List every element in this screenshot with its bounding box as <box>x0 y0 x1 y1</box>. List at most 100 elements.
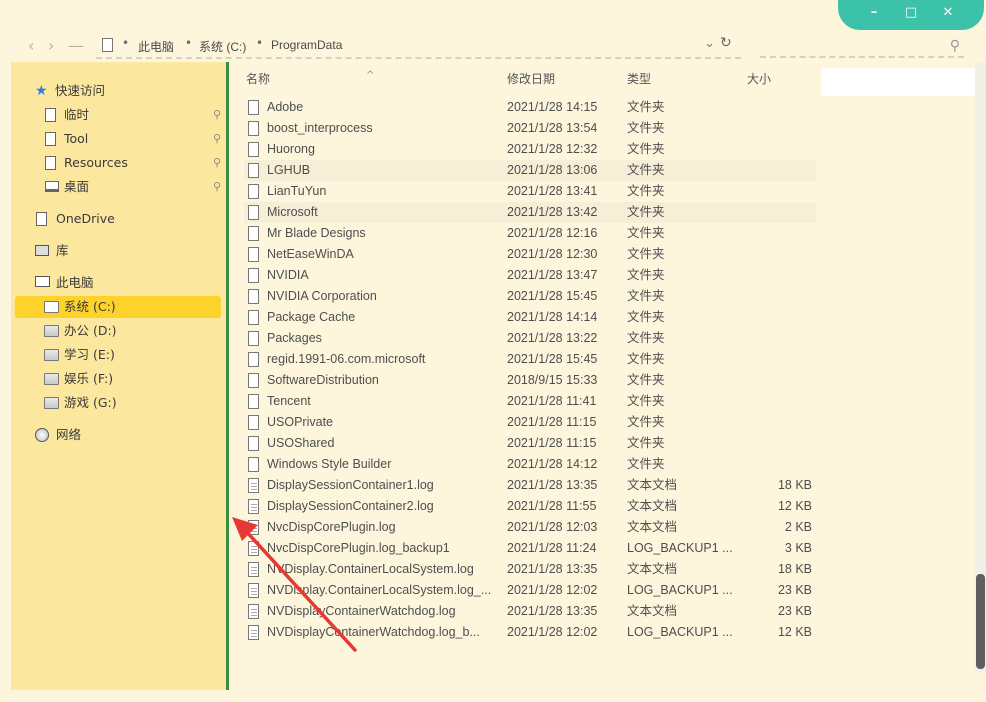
file-date: 2021/1/28 15:45 <box>507 289 598 303</box>
table-row[interactable]: Package Cache 2021/1/28 14:14 文件夹 <box>244 307 816 328</box>
pane-divider[interactable] <box>226 62 229 690</box>
sidebar-item-onedrive[interactable]: OneDrive <box>15 208 221 230</box>
file-name: DisplaySessionContainer2.log <box>267 499 434 513</box>
table-row[interactable]: DisplaySessionContainer1.log 2021/1/28 13… <box>244 475 816 496</box>
table-row[interactable]: Huorong 2021/1/28 12:32 文件夹 <box>244 139 816 160</box>
table-row[interactable]: NVDisplay.ContainerLocalSystem.log_... 20… <box>244 580 816 601</box>
file-type: LOG_BACKUP1 ... <box>627 583 733 597</box>
sidebar-item-temp[interactable]: 临时 ⚲ <box>15 104 221 126</box>
scrollbar-thumb[interactable] <box>976 574 985 669</box>
table-row[interactable]: USOShared 2021/1/28 11:15 文件夹 <box>244 433 816 454</box>
table-row[interactable]: NvcDispCorePlugin.log 2021/1/28 12:03 文本文档… <box>244 517 816 538</box>
sidebar-item-network[interactable]: 网络 <box>15 424 221 446</box>
column-header-blank <box>821 68 976 96</box>
refresh-icon[interactable]: ↻ <box>720 35 732 51</box>
file-name: Microsoft <box>267 205 318 219</box>
file-name: NVDisplayContainerWatchdog.log_b... <box>267 625 480 639</box>
desktop-icon <box>45 181 59 192</box>
file-date: 2021/1/28 13:54 <box>507 121 598 135</box>
table-row[interactable]: Windows Style Builder 2021/1/28 14:12 文件夹 <box>244 454 816 475</box>
folder-icon <box>248 331 259 346</box>
column-header-size[interactable]: 大小 <box>747 70 771 87</box>
folder-icon <box>248 457 259 472</box>
table-row[interactable]: Tencent 2021/1/28 11:41 文件夹 <box>244 391 816 412</box>
table-row[interactable]: NVIDIA 2021/1/28 13:47 文件夹 <box>244 265 816 286</box>
column-header-type[interactable]: 类型 <box>627 70 651 87</box>
up-button[interactable]: — <box>68 36 84 56</box>
file-date: 2021/1/28 12:16 <box>507 226 598 240</box>
file-type: 文件夹 <box>627 226 665 240</box>
folder-icon <box>248 163 259 178</box>
sidebar-item-drive-g[interactable]: 游戏 (G:) <box>15 392 221 414</box>
table-row[interactable]: NVDisplayContainerWatchdog.log_b... 2021/… <box>244 622 816 643</box>
file-date: 2021/1/28 11:55 <box>507 499 597 513</box>
table-row[interactable]: Packages 2021/1/28 13:22 文件夹 <box>244 328 816 349</box>
file-type: 文本文档 <box>627 604 678 618</box>
folder-icon <box>248 436 259 451</box>
folder-icon <box>248 352 259 367</box>
table-row[interactable]: NVIDIA Corporation 2021/1/28 15:45 文件夹 <box>244 286 816 307</box>
table-row[interactable]: boost_interprocess 2021/1/28 13:54 文件夹 <box>244 118 816 139</box>
sidebar-item-desktop[interactable]: 桌面 ⚲ <box>15 176 221 198</box>
breadcrumb-this-pc[interactable]: 此电脑 <box>138 38 174 55</box>
table-row[interactable]: SoftwareDistribution 2018/9/15 15:33 文件夹 <box>244 370 816 391</box>
forward-button[interactable]: › <box>48 36 54 56</box>
file-type: 文件夹 <box>627 415 665 429</box>
table-row[interactable]: USOPrivate 2021/1/28 11:15 文件夹 <box>244 412 816 433</box>
vertical-scrollbar[interactable] <box>975 62 986 672</box>
file-date: 2021/1/28 14:14 <box>507 310 598 324</box>
table-row[interactable]: LGHUB 2021/1/28 13:06 文件夹 <box>244 160 816 181</box>
table-row[interactable]: Microsoft 2021/1/28 13:42 文件夹 <box>244 202 816 223</box>
search-input[interactable]: ⚲ <box>760 38 964 58</box>
back-button[interactable]: ‹ <box>28 36 34 56</box>
search-icon: ⚲ <box>949 38 960 54</box>
text-file-icon <box>248 478 259 493</box>
table-row[interactable]: Adobe 2021/1/28 14:15 文件夹 <box>244 97 816 118</box>
sidebar-item-label: 临时 <box>64 107 90 122</box>
breadcrumb-drive-c[interactable]: 系统 (C:) <box>199 38 246 55</box>
folder-icon <box>248 310 259 325</box>
sidebar-item-tool[interactable]: Tool ⚲ <box>15 128 221 150</box>
table-row[interactable]: NetEaseWinDA 2021/1/28 12:30 文件夹 <box>244 244 816 265</box>
minimize-button[interactable]: – <box>862 2 886 24</box>
address-bar[interactable]: • 此电脑 • 系统 (C:) • ProgramData ⌄ ↻ <box>96 35 741 59</box>
sidebar-item-library[interactable]: 库 <box>15 240 221 262</box>
sidebar-item-drive-e[interactable]: 学习 (E:) <box>15 344 221 366</box>
file-size: 18 KB <box>777 562 812 576</box>
library-icon <box>35 245 49 256</box>
file-name: NVIDIA Corporation <box>267 289 377 303</box>
table-row[interactable]: DisplaySessionContainer2.log 2021/1/28 11… <box>244 496 816 517</box>
table-row[interactable]: NVDisplay.ContainerLocalSystem.log 2021/1… <box>244 559 816 580</box>
sidebar-item-resources[interactable]: Resources ⚲ <box>15 152 221 174</box>
sidebar-item-drive-c[interactable]: 系统 (C:) <box>15 296 221 318</box>
file-explorer-window: – □ ✕ ‹ › — • 此电脑 • 系统 (C:) • ProgramDat… <box>0 0 986 702</box>
sidebar-item-label: 桌面 <box>64 179 90 194</box>
table-row[interactable]: regid.1991-06.com.microsoft 2021/1/28 15:… <box>244 349 816 370</box>
table-row[interactable]: NVDisplayContainerWatchdog.log 2021/1/28 … <box>244 601 816 622</box>
breadcrumb-programdata[interactable]: ProgramData <box>271 38 342 52</box>
table-row[interactable]: Mr Blade Designs 2021/1/28 12:16 文件夹 <box>244 223 816 244</box>
sidebar-item-label: 库 <box>56 243 69 258</box>
maximize-button[interactable]: □ <box>899 2 923 24</box>
pin-icon: ⚲ <box>212 156 221 169</box>
sidebar-item-this-pc[interactable]: 此电脑 <box>15 272 221 294</box>
file-date: 2021/1/28 13:06 <box>507 163 598 177</box>
file-date: 2021/1/28 11:41 <box>507 394 597 408</box>
sidebar-item-label: Resources <box>64 155 128 170</box>
column-header-date[interactable]: 修改日期 <box>507 70 555 87</box>
table-row[interactable]: NvcDispCorePlugin.log_backup1 2021/1/28 1… <box>244 538 816 559</box>
close-button[interactable]: ✕ <box>936 2 960 24</box>
file-name: USOPrivate <box>267 415 333 429</box>
sidebar-item-quick-access[interactable]: ★ 快速访问 <box>15 80 221 102</box>
sidebar-item-drive-f[interactable]: 娱乐 (F:) <box>15 368 221 390</box>
sidebar-item-drive-d[interactable]: 办公 (D:) <box>15 320 221 342</box>
column-header-name[interactable]: 名称 <box>246 70 270 87</box>
address-dropdown-icon[interactable]: ⌄ <box>704 36 715 51</box>
file-date: 2021/1/28 13:35 <box>507 478 598 492</box>
folder-icon <box>248 394 259 409</box>
folder-icon <box>248 226 259 241</box>
table-row[interactable]: LianTuYun 2021/1/28 13:41 文件夹 <box>244 181 816 202</box>
file-size: 18 KB <box>777 478 812 492</box>
document-icon <box>45 132 56 146</box>
pin-icon: ⚲ <box>212 108 221 121</box>
